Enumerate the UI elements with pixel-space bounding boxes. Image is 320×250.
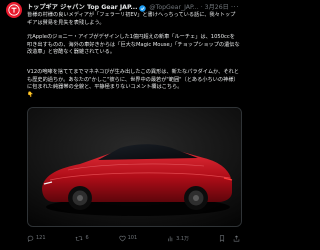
more-options-button[interactable]: ··· [231, 2, 239, 12]
tweet-text-paragraph-2: 元Appleのジョニー・アイブがデザインした1億円超えの新車「ルーチェ」は、10… [27, 34, 240, 55]
tweet-image[interactable] [27, 107, 242, 227]
reply-icon [27, 235, 34, 242]
reply-button[interactable]: 121 [27, 235, 46, 242]
views-count: 3.1万 [176, 235, 190, 242]
verified-badge-icon [139, 4, 147, 12]
red-car-photo [28, 108, 241, 226]
tweet-actions: 121 6 101 3.1万 [27, 232, 240, 244]
tweet-text-paragraph-3-body: V12の咆哮を捨ててまでマネネコびが生み出したこの異形は、新たなパラダイムか、そ… [27, 69, 239, 90]
like-icon [119, 235, 126, 241]
views-button[interactable]: 3.1万 [167, 235, 189, 242]
like-button[interactable]: 101 [119, 235, 138, 242]
tweet: トップギア ジャパン Top Gear JAP... @TopGear_JAP.… [0, 0, 245, 250]
retweet-button[interactable]: 6 [75, 235, 89, 242]
pointing-down-emoji: 👇 [27, 91, 34, 98]
topgear-logo-icon [8, 4, 20, 16]
retweet-count: 6 [85, 235, 89, 241]
retweet-icon [75, 235, 83, 241]
share-icon[interactable] [233, 234, 240, 242]
views-icon [168, 235, 173, 241]
bookmark-share-group [219, 234, 240, 242]
like-count: 101 [127, 235, 138, 241]
reply-count: 121 [36, 235, 46, 241]
avatar[interactable] [6, 2, 22, 18]
bookmark-icon[interactable] [219, 234, 225, 242]
tweet-text-paragraph-3: V12の咆哮を捨ててまでマネネコびが生み出したこの異形は、新たなパラダイムか、そ… [27, 69, 240, 99]
tweet-text-paragraph-1: 皆様の村様の良いメディアが「フェラーリ初EV」と書けへっちっている話に、我々トッ… [27, 12, 236, 26]
